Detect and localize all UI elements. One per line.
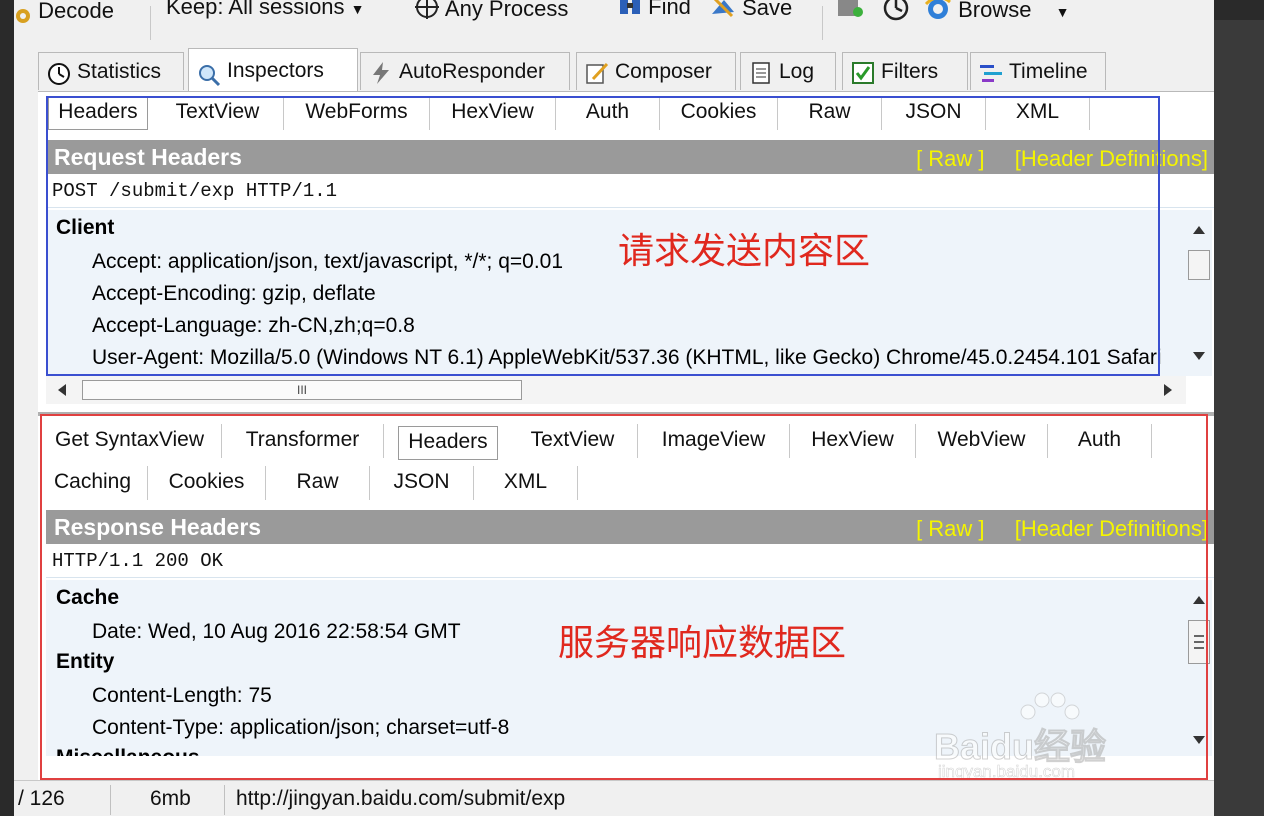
toolbar-separator [150,6,151,40]
scroll-down-arrow-icon[interactable] [1193,352,1205,360]
scroll-thumb-horizontal[interactable]: III [82,380,522,400]
camera-icon [836,0,864,24]
decode-button[interactable]: Decode [14,0,114,31]
browse-label: Browse [958,0,1032,22]
any-process-button[interactable]: Any Process [414,0,568,26]
status-separator [110,785,111,815]
dropdown-arrow-icon: ▼ [350,1,365,17]
request-vertical-scrollbar[interactable] [1186,210,1212,376]
tab-inspectors[interactable]: Inspectors [188,48,358,92]
decode-icon [14,5,32,31]
tab-composer[interactable]: Composer [576,52,736,90]
scroll-thumb[interactable] [1188,250,1210,280]
log-document-icon [749,60,773,85]
tab-log[interactable]: Log [740,52,836,90]
request-horizontal-scrollbar[interactable]: III [46,376,1186,404]
find-label: Find [648,0,691,19]
screenshot-button[interactable] [836,0,864,24]
tab-autoresponder[interactable]: AutoResponder [360,52,570,90]
keep-sessions-dropdown[interactable]: Keep: All sessions ▼ [166,0,365,20]
toolbar-separator [822,6,823,40]
scroll-right-arrow-icon[interactable] [1164,384,1172,396]
binoculars-icon [618,0,642,22]
toolbar: Decode Keep: All sessions ▼ Any Process … [14,0,1214,46]
tab-timeline[interactable]: Timeline [970,52,1106,90]
request-highlight-box [46,96,1160,376]
memory-size: 6mb [150,787,191,810]
crosshair-icon [414,0,440,26]
magnifier-icon [197,59,221,87]
decode-label: Decode [38,0,114,23]
stopwatch-icon [47,60,71,86]
response-highlight-box [40,414,1208,780]
scroll-left-arrow-icon[interactable] [58,384,66,396]
status-separator [224,785,225,815]
session-count: / 126 [18,787,65,810]
save-label: Save [742,0,793,20]
tab-filters[interactable]: Filters [842,52,968,90]
tab-label: Log [779,60,815,83]
session-url: http://jingyan.baidu.com/submit/exp [236,787,566,810]
find-button[interactable]: Find [618,0,691,22]
tab-label: AutoResponder [399,60,545,83]
tab-statistics[interactable]: Statistics [38,52,184,90]
keep-label: Keep: All sessions [166,0,345,19]
tab-label: Statistics [77,60,162,83]
tab-label: Timeline [1009,60,1088,83]
tab-label: Composer [615,60,712,83]
compose-pencil-icon [585,60,609,85]
dropdown-arrow-icon: ▼ [1055,3,1070,20]
status-bar: / 126 6mb http://jingyan.baidu.com/submi… [14,780,1214,816]
process-label: Any Process [444,0,569,21]
fiddler-window: Decode Keep: All sessions ▼ Any Process … [14,0,1214,816]
lightning-icon [369,60,393,85]
scroll-up-arrow-icon[interactable] [1193,226,1205,234]
timer-button[interactable] [882,0,910,28]
timer-icon [882,0,910,28]
tab-label: Inspectors [227,59,324,82]
checkbox-icon [851,60,875,85]
browse-button[interactable]: Browse ▼ [924,0,1069,28]
timeline-icon [979,60,1003,84]
tab-label: Filters [881,60,939,83]
save-icon [710,0,736,24]
save-button[interactable]: Save [710,0,792,24]
background-window [1214,20,1264,816]
ie-browser-icon [924,0,952,28]
